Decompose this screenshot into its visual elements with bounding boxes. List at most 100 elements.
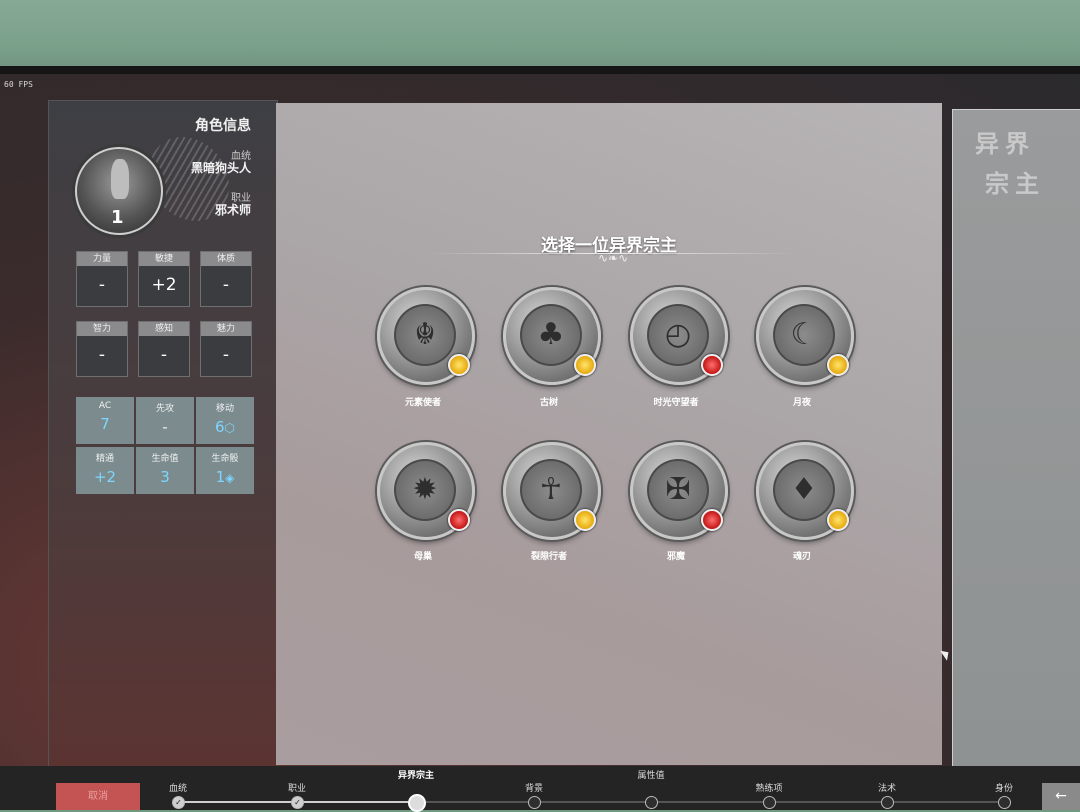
ability-label: 敏捷 — [139, 252, 189, 266]
step-identity-label: 身份 — [994, 784, 1013, 794]
ability-strength: 力量 - — [76, 251, 128, 307]
back-arrow-button[interactable]: ← — [1042, 783, 1080, 810]
ability-wisdom: 感知 - — [138, 321, 190, 377]
patron-fiend[interactable]: ✠ — [630, 442, 728, 540]
patron-soul-blade[interactable]: ♦ — [756, 442, 854, 540]
detail-title-line1: 异界 — [975, 130, 1035, 158]
patron-detail-panel: 异界 宗主 — [952, 109, 1080, 766]
ability-value: - — [222, 275, 230, 295]
stat-value: 1 — [215, 468, 226, 486]
elemental-face-icon: ☬ — [394, 304, 456, 366]
patron-name: 月夜 — [792, 398, 811, 408]
stat-value: 7 — [100, 415, 110, 433]
step-spells-label: 法术 — [877, 784, 896, 794]
proficiency-cell: 精通 +2 — [76, 447, 134, 494]
ability-label: 感知 — [139, 322, 189, 336]
stat-value: - — [162, 418, 168, 436]
character-level: 1 — [111, 207, 124, 228]
rune-badge-icon — [701, 509, 723, 531]
patron-elemental[interactable]: ☬ — [377, 287, 475, 385]
patron-name: 时光守望者 — [653, 398, 699, 408]
rune-badge-icon — [701, 354, 723, 376]
ability-intelligence: 智力 - — [76, 321, 128, 377]
step-patron-marker-icon[interactable] — [408, 794, 426, 812]
hit-dice-value: 1◈ — [196, 468, 254, 486]
ability-value: - — [98, 275, 106, 295]
heading-ornament-icon: ∿❧∿ — [598, 251, 629, 265]
patron-moon-night[interactable]: ☾ — [756, 287, 854, 385]
step-lineage-label: 血统 — [168, 784, 187, 794]
armor-class-cell: AC 7 — [76, 397, 134, 444]
patron-name: 魂刃 — [792, 552, 811, 562]
book-badge-icon — [574, 354, 596, 376]
ability-constitution: 体质 - — [200, 251, 252, 307]
stat-label: 生命骰 — [211, 454, 239, 464]
patron-selection-panel: 选择一位异界宗主 ∿❧∿ ☬ 元素使者 ♣ 古树 ◴ 时光守望者 ☾ 月夜 ✹ … — [276, 103, 942, 765]
step-class-label: 职业 — [287, 784, 306, 794]
ability-label: 魅力 — [201, 322, 251, 336]
patron-ancient-tree[interactable]: ♣ — [503, 287, 601, 385]
rift-walker-icon: ☥ — [520, 459, 582, 521]
step-class-check-icon[interactable]: ✓ — [291, 796, 304, 809]
stat-value: 6 — [214, 418, 225, 436]
ability-value: +2 — [151, 275, 177, 295]
combat-stats: AC 7 先攻 - 移动 6⬡ 精通 +2 生命值 3 生命骰 1◈ — [76, 397, 254, 495]
book-badge-icon — [448, 354, 470, 376]
panel-title: 角色信息 — [195, 118, 251, 134]
ability-label: 智力 — [77, 322, 127, 336]
dice-icon: ◈ — [225, 471, 235, 485]
patron-rift-walker[interactable]: ☥ — [503, 442, 601, 540]
kobold-head-icon — [111, 159, 129, 199]
step-proficiencies-dot-icon[interactable] — [763, 796, 776, 809]
patron-name: 古树 — [539, 398, 558, 408]
stat-label: 精通 — [95, 454, 114, 464]
step-spells-dot-icon[interactable] — [881, 796, 894, 809]
stat-label: 先攻 — [155, 404, 174, 414]
detail-title-line2: 宗主 — [985, 170, 1045, 198]
fiend-icon: ✠ — [647, 459, 709, 521]
soul-blade-icon: ♦ — [773, 459, 835, 521]
step-proficiencies-label: 熟练项 — [755, 784, 783, 794]
initiative-cell: 先攻 - — [136, 397, 194, 444]
stat-label: 生命值 — [151, 454, 179, 464]
fps-counter: 60 FPS — [4, 80, 33, 89]
patron-name: 裂隙行者 — [530, 552, 567, 562]
step-background-dot-icon[interactable] — [528, 796, 541, 809]
lineage-value: 黑暗狗头人 — [190, 161, 251, 175]
ability-value: - — [222, 345, 230, 365]
movement-hex-icon: ⬡ — [224, 421, 236, 435]
ability-charisma: 魅力 - — [200, 321, 252, 377]
cancel-button[interactable]: 取消 — [56, 783, 140, 810]
patron-name: 母巢 — [413, 552, 432, 562]
ancient-tree-icon: ♣ — [520, 304, 582, 366]
ability-value: - — [160, 345, 168, 365]
movement-value: 6⬡ — [196, 418, 254, 436]
step-identity-dot-icon[interactable] — [998, 796, 1011, 809]
book-badge-icon — [574, 509, 596, 531]
class-value: 邪术师 — [214, 203, 251, 217]
step-attributes-dot-icon[interactable] — [645, 796, 658, 809]
rune-badge-icon — [448, 509, 470, 531]
ability-label: 力量 — [77, 252, 127, 266]
patron-name: 元素使者 — [404, 398, 441, 408]
step-patron-label: 异界宗主 — [397, 771, 434, 781]
patron-time-watcher[interactable]: ◴ — [630, 287, 728, 385]
stat-label: AC — [98, 401, 112, 411]
stat-value: +2 — [93, 468, 117, 486]
moon-tentacle-icon: ☾ — [773, 304, 835, 366]
stat-value: 3 — [160, 468, 170, 486]
time-watcher-icon: ◴ — [647, 304, 709, 366]
step-background-label: 背景 — [524, 784, 543, 794]
step-attributes-label: 属性值 — [637, 771, 665, 781]
patron-hive-mother[interactable]: ✹ — [377, 442, 475, 540]
book-badge-icon — [827, 354, 849, 376]
ability-dexterity: 敏捷 +2 — [138, 251, 190, 307]
ability-label: 体质 — [201, 252, 251, 266]
hit-dice-cell: 生命骰 1◈ — [196, 447, 254, 494]
hit-points-cell: 生命值 3 — [136, 447, 194, 494]
step-lineage-check-icon[interactable]: ✓ — [172, 796, 185, 809]
ability-value: - — [98, 345, 106, 365]
stat-label: 移动 — [215, 404, 234, 414]
patron-name: 邪魔 — [666, 552, 685, 562]
book-badge-icon — [827, 509, 849, 531]
